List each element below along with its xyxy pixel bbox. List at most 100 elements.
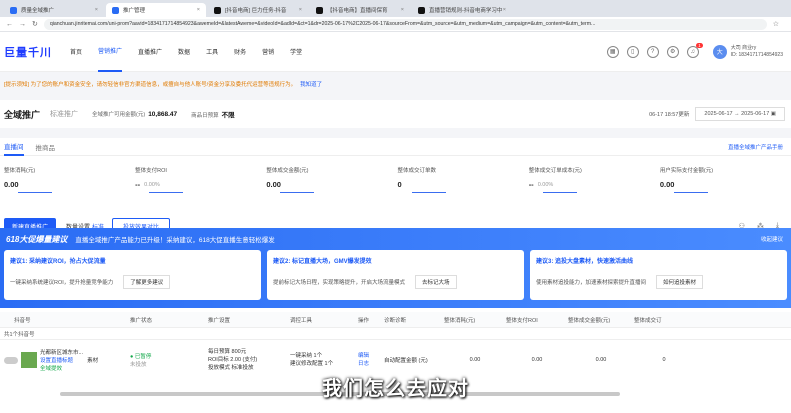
- promo-header: 618大促爆量建议 直播全域推广产品能力已升级！采纳建议，618大促直播生意轻松…: [0, 228, 791, 250]
- metric-card[interactable]: 整体消耗(元) 0.00: [4, 166, 135, 200]
- daily-budget[interactable]: 每日预算 800元: [208, 348, 290, 356]
- metric-sparkline: [542, 192, 577, 193]
- nav-item-tools[interactable]: 工具: [206, 32, 218, 72]
- notification-icon[interactable]: ♫ 1: [686, 42, 703, 58]
- browser-tab[interactable]: 质量全域推广 ×: [4, 3, 104, 17]
- metric-card[interactable]: 整体成交金额(元) 0.00: [266, 166, 397, 200]
- help-icon[interactable]: ?: [646, 45, 659, 58]
- browser-tab[interactable]: [抖音电商] 巨力任务-抖音 ×: [208, 3, 308, 17]
- bookmark-star-icon[interactable]: ☆: [773, 20, 779, 28]
- column-header[interactable]: 诊断诊断: [384, 316, 444, 324]
- suggestion-number: 建议3:: [536, 259, 554, 265]
- browser-tab[interactable]: 【抖音电商】直播间保育 ×: [310, 3, 410, 17]
- operations-cell: 编辑 日志: [358, 352, 384, 368]
- column-header[interactable]: 调控工具: [290, 316, 358, 324]
- help-manual-link[interactable]: 直播全域推广产品手册: [728, 143, 783, 151]
- browser-tab-bar: 质量全域推广 × 推广管理 × [抖音电商] 巨力任务-抖音 × 【抖音电商】直播间保…: [0, 0, 791, 17]
- suggestion-action-button[interactable]: 如何追投素材: [656, 275, 704, 289]
- nav-item-school[interactable]: 学堂: [290, 32, 302, 72]
- date-start: 2025-06-17: [704, 111, 733, 117]
- browser-tab[interactable]: 直播营销规则-抖音电商学习中 ×: [412, 3, 512, 17]
- page-subtitle[interactable]: 标准推广: [50, 109, 78, 119]
- table-summary: 共1个抖音号: [0, 328, 791, 340]
- calendar-icon: ▣: [770, 111, 776, 117]
- suggestion-heading: 追投大盘素材，快速激活曲线: [555, 259, 634, 265]
- suggestion-card[interactable]: 建议3: 追投大盘素材，快速激活曲线 使用素材追投能力，加速素材探索提升直播间 如…: [530, 250, 787, 300]
- date-range-picker[interactable]: 2025-06-17 → 2025-06-17 ▣: [695, 107, 785, 121]
- account-name[interactable]: 光都新区城东市...: [40, 348, 83, 356]
- page-title: 全域推广: [4, 109, 41, 120]
- column-header[interactable]: 推广设置: [208, 316, 290, 324]
- tab-live-room[interactable]: 直播间: [4, 138, 24, 156]
- status-toggle[interactable]: [4, 356, 18, 364]
- nav-item-home[interactable]: 首页: [70, 32, 82, 72]
- config-suggestion[interactable]: 建议修改配置 1个: [290, 360, 358, 368]
- close-icon[interactable]: ×: [503, 7, 506, 13]
- roi-target[interactable]: ROI目标 2.00 (支付): [208, 356, 290, 364]
- suggestion-text: 使用素材追投能力，加速素材探索提升直播间: [536, 280, 647, 286]
- status-cell: ● 已暂停 未投放: [130, 352, 208, 368]
- diagnosis-cell: 自动配置金额 (元): [384, 356, 444, 364]
- reload-icon[interactable]: ↻: [32, 20, 38, 28]
- back-icon[interactable]: ←: [6, 21, 13, 28]
- nav-item-live[interactable]: 直播推广: [138, 32, 162, 72]
- column-header[interactable]: 整体成交金额(元): [568, 316, 634, 324]
- tools-cell: 一键采纳 1个 建议修改配置 1个: [290, 352, 358, 368]
- tab-products[interactable]: 推商品: [36, 138, 56, 156]
- nav-item-promo[interactable]: 营销: [262, 32, 274, 72]
- column-header[interactable]: 推广状态: [130, 316, 208, 324]
- column-header[interactable]: 操作: [358, 316, 384, 324]
- metric-card[interactable]: 用户实际支付金额(元) 0.00: [660, 166, 791, 200]
- user-menu[interactable]: 大 大司 商业ry ID: 1834171714854923: [712, 44, 783, 59]
- nav-item-data[interactable]: 数据: [178, 32, 190, 72]
- column-header[interactable]: 整体消耗(元): [444, 316, 506, 324]
- settings-icon[interactable]: ⚙: [666, 45, 679, 58]
- delivery-mode[interactable]: 投放模式 标准投放: [208, 364, 290, 372]
- column-header[interactable]: 整体成交订: [634, 316, 694, 324]
- suggestion-action-button[interactable]: 去标记大场: [415, 275, 457, 289]
- metric-card[interactable]: 整体支付ROI -- 0.00%: [135, 166, 266, 200]
- budget-stat: 商品日预算 不限: [191, 109, 235, 119]
- metric-label: 用户实际支付金额(元): [659, 168, 714, 174]
- one-click-adopt[interactable]: 一键采纳 1个: [290, 352, 358, 360]
- browser-tab-active[interactable]: 推广管理 ×: [106, 3, 206, 17]
- collapse-suggestions-button[interactable]: 收起建议: [761, 235, 783, 243]
- log-link[interactable]: 日志: [358, 360, 384, 368]
- nav-item-finance[interactable]: 财务: [234, 32, 246, 72]
- promo-title: 618大促爆量建议: [6, 234, 68, 244]
- suggestion-action-button[interactable]: 了解更多建议: [123, 275, 171, 289]
- metric-label: 整体消耗(元): [4, 168, 36, 174]
- address-bar: ← → ↻ qianchuan.jinritemai.com/uni-prom?…: [0, 17, 791, 32]
- suggestion-title: 建议2: 标记直播大场，GMV爆发提效: [273, 256, 518, 265]
- column-header[interactable]: 抖音号: [0, 316, 130, 324]
- mobile-icon[interactable]: ▯: [626, 45, 639, 58]
- close-icon[interactable]: ×: [197, 7, 200, 13]
- nav-item-marketing[interactable]: 营销推广: [98, 32, 123, 72]
- page-header: 全域推广 标准推广 全域推广可用金额(元) 10,868.47 商品日预算 不限 0…: [0, 100, 791, 128]
- close-icon[interactable]: ×: [401, 7, 404, 13]
- suggestion-number: 建议1:: [10, 259, 28, 265]
- tab-favicon-icon: [112, 6, 119, 14]
- promo-subtitle: 直播全域推广产品能力已升级！采纳建议，618大促直播生意轻松爆发: [75, 237, 275, 244]
- metric-card[interactable]: 整体成交订单成本(元) -- 0.00%: [529, 166, 660, 200]
- metric-value-row: 0.00: [4, 180, 135, 189]
- balance-label: 全域推广可用金额(元): [92, 112, 146, 118]
- url-input[interactable]: qianchuan.jinritemai.com/uni-prom?aavid=…: [43, 18, 767, 30]
- column-header[interactable]: 整体支付ROI: [506, 316, 568, 324]
- tiktok-icon: [316, 6, 323, 14]
- set-live-title-link[interactable]: 设置直播标题: [40, 356, 83, 364]
- close-icon[interactable]: ×: [299, 7, 302, 13]
- metric-card[interactable]: 整体成交订单数 0: [398, 166, 529, 200]
- suggestion-card[interactable]: 建议1: 采纳建议ROI，抢占大促流量 一键采纳系统建议ROI，提升抢量竞争能力…: [4, 250, 261, 300]
- notice-dismiss-link[interactable]: 我知道了: [300, 80, 322, 88]
- suggestion-body: 一键采纳系统建议ROI，提升抢量竞争能力 了解更多建议: [10, 275, 255, 289]
- close-icon[interactable]: ×: [95, 7, 98, 13]
- forward-icon[interactable]: →: [19, 21, 26, 28]
- date-range: 06-17 18:57更新 2025-06-17 → 2025-06-17 ▣: [649, 107, 785, 121]
- edit-link[interactable]: 编辑: [358, 352, 384, 360]
- orders-cell: 0: [662, 357, 666, 363]
- logo[interactable]: 巨量千川: [4, 44, 52, 60]
- suggestion-card[interactable]: 建议2: 标记直播大场，GMV爆发提效 提前标记大场日程，实现策略提升，开启大场…: [267, 250, 524, 300]
- metric-value: 0.00: [659, 180, 675, 189]
- grid-icon[interactable]: ▦: [606, 45, 619, 58]
